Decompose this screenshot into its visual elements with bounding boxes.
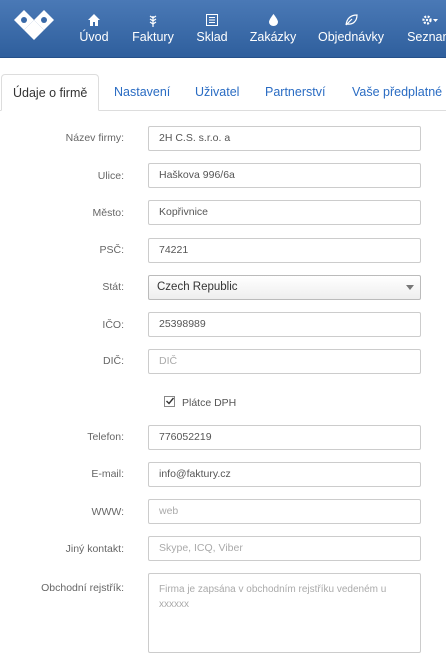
top-navigation-bar: Úvod Faktury Sklad Zakázky Objednávky Se… bbox=[0, 0, 446, 58]
leaf-icon bbox=[344, 12, 358, 28]
list-icon bbox=[206, 12, 218, 28]
tab-udaje-o-firme[interactable]: Údaje o firmě bbox=[1, 74, 100, 111]
settings-tabs: Údaje o firmě Nastavení Uživatel Partner… bbox=[0, 74, 446, 111]
vat-payer-checkbox[interactable] bbox=[164, 396, 175, 407]
street-label: Ulice: bbox=[97, 170, 124, 182]
other-contact-input[interactable]: Skype, ICQ, Viber bbox=[148, 536, 421, 561]
nav-label: Objednávky bbox=[318, 30, 385, 44]
tab-partnerstvi[interactable]: Partnerství bbox=[265, 74, 325, 110]
register-label: Obchodní rejstřík: bbox=[41, 582, 124, 594]
phone-label: Telefon: bbox=[87, 431, 124, 443]
city-label: Město: bbox=[92, 207, 124, 219]
nav-label: Seznam bbox=[407, 30, 446, 44]
register-textarea[interactable]: Firma je zapsána v obchodním rejstříku v… bbox=[148, 573, 421, 653]
nav-item-sklad[interactable]: Sklad bbox=[196, 0, 228, 57]
nav-item-seznam[interactable]: Seznam bbox=[407, 0, 446, 57]
nav-label: Zakázky bbox=[249, 30, 297, 44]
dic-input[interactable]: DIČ bbox=[148, 349, 421, 374]
nav-item-objednavky[interactable]: Objednávky bbox=[318, 0, 385, 57]
nav-item-uvod[interactable]: Úvod bbox=[79, 0, 109, 57]
gear-icon bbox=[421, 12, 439, 28]
company-name-label: Název firmy: bbox=[65, 132, 124, 144]
dic-label: DIČ: bbox=[103, 355, 124, 367]
web-input[interactable]: web bbox=[148, 499, 421, 524]
nav-label: Úvod bbox=[79, 30, 109, 44]
country-select[interactable]: Czech Republic bbox=[148, 275, 421, 300]
email-input[interactable]: info@faktury.cz bbox=[148, 462, 421, 487]
vat-payer-label: Plátce DPH bbox=[182, 397, 237, 409]
country-label: Stát: bbox=[102, 281, 124, 293]
nav-label: Sklad bbox=[196, 30, 228, 44]
nav-label: Faktury bbox=[132, 30, 174, 44]
tab-nastaveni[interactable]: Nastavení bbox=[114, 74, 170, 110]
checkmark-icon bbox=[166, 397, 175, 405]
web-label: WWW: bbox=[91, 506, 124, 518]
zip-input[interactable]: 74221 bbox=[148, 238, 421, 263]
tab-uzivatel[interactable]: Uživatel bbox=[195, 74, 239, 110]
nav-item-zakazky[interactable]: Zakázky bbox=[249, 0, 297, 57]
nav-item-faktury[interactable]: Faktury bbox=[132, 0, 174, 57]
street-input[interactable]: Haškova 996/6a bbox=[148, 163, 421, 188]
logo-icon[interactable] bbox=[10, 6, 58, 46]
phone-input[interactable]: 776052219 bbox=[148, 425, 421, 450]
company-name-input[interactable]: 2H C.S. s.r.o. a bbox=[148, 126, 421, 151]
home-icon bbox=[88, 12, 100, 28]
email-label: E-mail: bbox=[91, 468, 124, 480]
wheat-icon bbox=[148, 12, 158, 28]
ico-label: IČO: bbox=[102, 319, 124, 331]
other-contact-label: Jiný kontakt: bbox=[65, 543, 124, 555]
ico-input[interactable]: 25398989 bbox=[148, 312, 421, 337]
drop-icon bbox=[268, 12, 278, 28]
zip-label: PSČ: bbox=[99, 244, 124, 256]
chevron-down-icon bbox=[406, 285, 414, 290]
country-select-value: Czech Republic bbox=[157, 281, 238, 293]
tab-vase-predplatne[interactable]: Vaše předplatné bbox=[352, 74, 442, 110]
city-input[interactable]: Kopřivnice bbox=[148, 200, 421, 225]
